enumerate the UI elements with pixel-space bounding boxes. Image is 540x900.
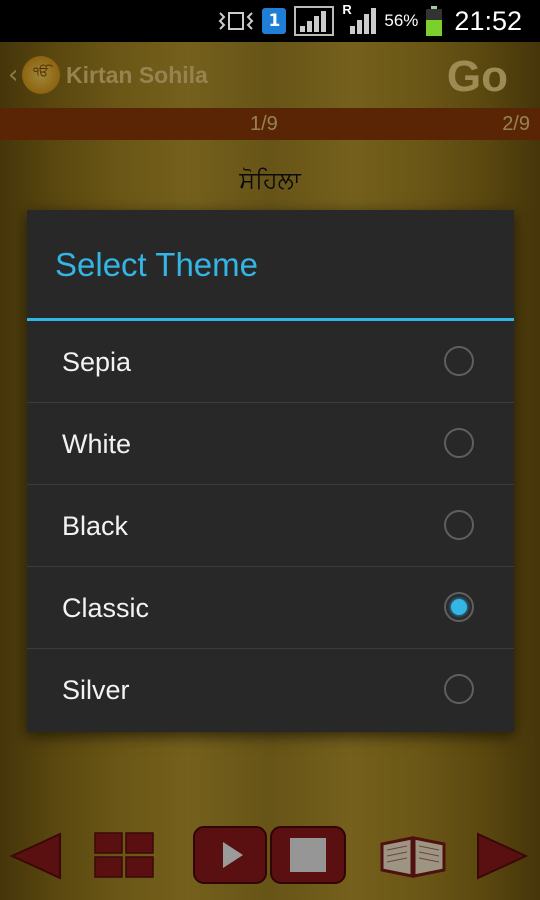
option-label: Black	[62, 511, 129, 541]
radio-button[interactable]	[444, 510, 474, 540]
status-bar: 1 R 56% 21:52	[0, 0, 540, 42]
option-label: Sepia	[62, 347, 132, 377]
theme-option-classic[interactable]: Classic	[27, 567, 514, 649]
option-label: Classic	[62, 593, 150, 623]
radio-button[interactable]	[444, 428, 474, 458]
signal-icon	[294, 6, 335, 36]
theme-option-list: Sepia White Black Classic Silver	[27, 321, 514, 731]
option-label: White	[62, 429, 132, 459]
theme-option-white[interactable]: White	[27, 403, 514, 485]
battery-icon	[426, 6, 443, 36]
roaming-label: R	[342, 2, 352, 17]
theme-option-sepia[interactable]: Sepia	[27, 321, 514, 403]
roaming-signal-icon: R	[342, 2, 377, 36]
select-theme-dialog: Select Theme Sepia White Black Classic S…	[27, 210, 514, 732]
battery-percent: 56%	[384, 11, 419, 30]
theme-option-black[interactable]: Black	[27, 485, 514, 567]
option-label: Silver	[62, 675, 130, 705]
radio-button[interactable]	[444, 346, 474, 376]
dialog-title: Select Theme	[55, 246, 258, 283]
sim-icon: 1	[262, 8, 287, 34]
clock: 21:52	[454, 5, 522, 36]
theme-option-silver[interactable]: Silver	[27, 649, 514, 731]
vibrate-icon	[218, 9, 254, 33]
radio-button[interactable]	[444, 674, 474, 704]
radio-button[interactable]	[444, 592, 474, 622]
